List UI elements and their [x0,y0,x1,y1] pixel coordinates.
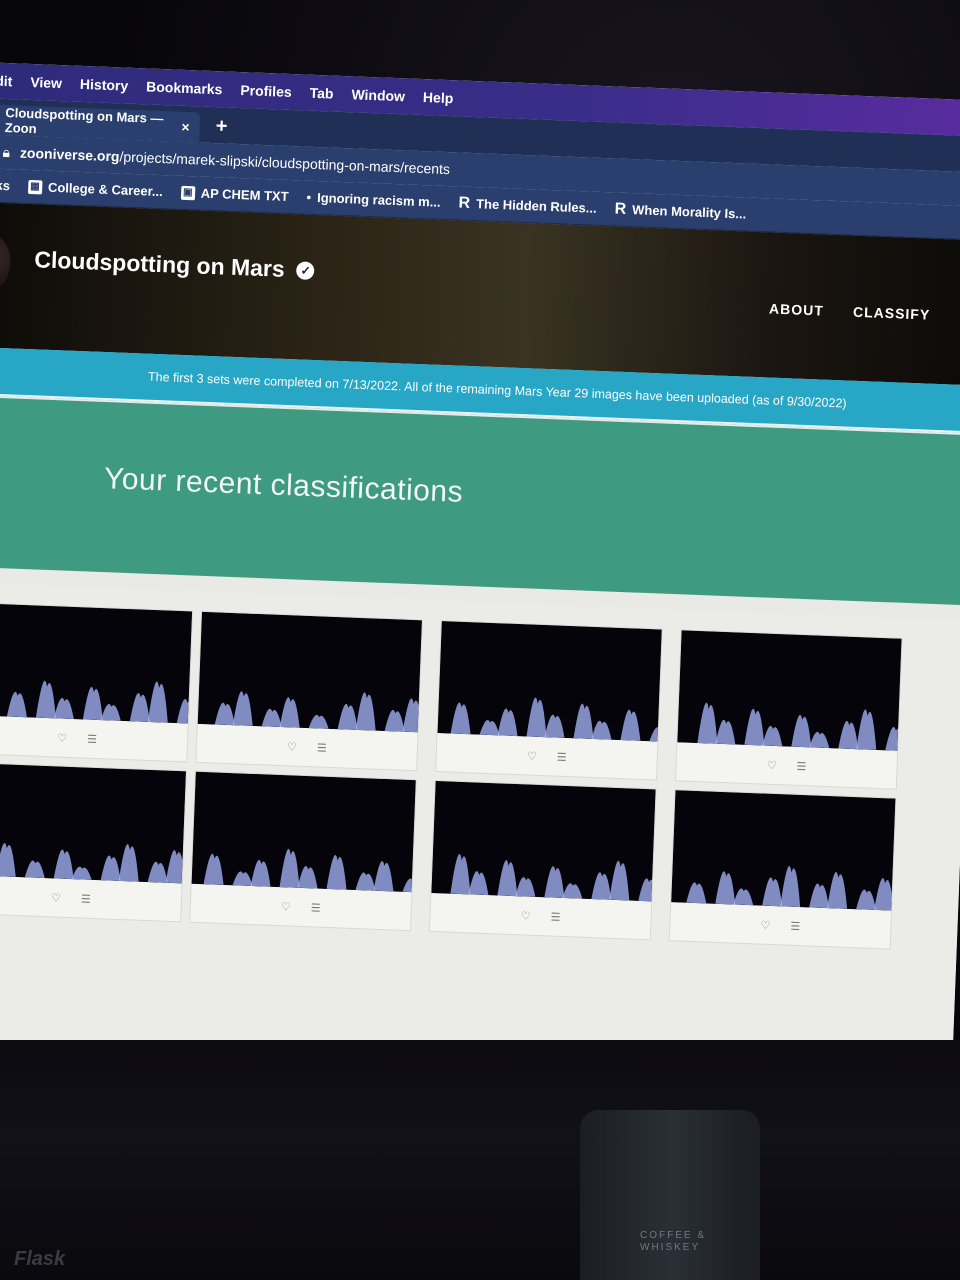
card-actions: ♡ ☰ [436,733,657,779]
bookmark-apchem[interactable]: ▣ AP CHEM TXT [180,185,289,204]
classification-card[interactable]: ♡ ☰ [195,610,423,772]
classification-grid: ♡ ☰ ♡ ☰ ♡ ☰ ♡ ☰ ♡ ☰ ♡ ☰ ♡ ☰ ♡ ☰ [0,581,960,1086]
card-actions: ♡ ☰ [0,875,182,921]
lock-icon: 🔒︎ [2,143,11,160]
collections-list-icon[interactable]: ☰ [557,750,567,763]
favorite-heart-icon[interactable]: ♡ [521,909,531,922]
menu-window[interactable]: Window [351,86,405,104]
classification-card[interactable]: ♡ ☰ [435,620,663,781]
bookmark-hidden-rules[interactable]: R The Hidden Rules... [458,194,597,217]
announcement-text: The first 3 sets were completed on 7/13/… [147,369,847,411]
card-actions: ♡ ☰ [196,724,417,770]
bookmark-dot-icon: • [306,189,312,205]
subject-image[interactable] [677,630,902,751]
recents-header: Your recent classifications [0,396,960,606]
subject-image[interactable] [437,621,662,742]
classification-card[interactable]: ♡ ☰ [674,629,903,790]
menu-view[interactable]: View [30,74,62,91]
menu-edit[interactable]: dit [0,73,13,90]
collections-list-icon[interactable]: ☰ [796,759,806,772]
collections-list-icon[interactable]: ☰ [87,732,97,745]
monitor-bezel [0,1040,960,1280]
classification-card[interactable]: ♡ ☰ [0,602,194,763]
project-logo[interactable]: tting [0,231,12,294]
subject-image[interactable] [197,611,422,733]
bookmark-doc-icon: ▣ [180,185,196,200]
bookmark-racism[interactable]: • Ignoring racism m... [306,190,441,210]
favorite-heart-icon[interactable]: ♡ [527,749,537,762]
card-actions: ♡ ☰ [670,902,891,948]
monitor-screen: dit View History Bookmarks Profiles Tab … [0,62,960,1086]
collections-list-icon[interactable]: ☰ [81,892,91,905]
card-actions: ♡ ☰ [430,893,651,939]
subject-image[interactable] [0,603,193,724]
card-actions: ♡ ☰ [0,715,188,761]
menu-profiles[interactable]: Profiles [240,82,292,100]
bookmark-morality[interactable]: R When Morality Is... [614,200,746,223]
new-tab-button[interactable]: + [215,115,228,138]
collections-list-icon[interactable]: ☰ [317,741,327,754]
classification-card[interactable]: ♡ ☰ [0,761,187,923]
url-host: zooniverse.org [19,144,120,165]
collections-list-icon[interactable]: ☰ [790,919,800,932]
favorite-heart-icon[interactable]: ♡ [760,918,770,931]
nav-about[interactable]: ABOUT [769,300,824,318]
favorite-heart-icon[interactable]: ♡ [287,740,297,753]
verified-check-icon: ✓ [296,260,316,280]
bookmark-college[interactable]: ▦ College & Career... [27,179,163,199]
mug: COFFEE & WHISKEY [580,1110,760,1280]
mug-label: COFFEE & WHISKEY [640,1230,707,1253]
classification-card[interactable]: ♡ ☰ [428,779,657,941]
url-path: /projects/marek-slipski/cloudspotting-on… [119,148,451,178]
bookmark-r-icon: R [458,193,471,212]
menu-help[interactable]: Help [423,89,454,106]
close-icon[interactable]: × [181,119,190,135]
nav-classify[interactable]: CLASSIFY [853,304,931,323]
classification-card[interactable]: ♡ ☰ [668,789,897,950]
favorite-heart-icon[interactable]: ♡ [766,758,776,771]
menu-tab[interactable]: Tab [309,85,333,102]
card-actions: ♡ ☰ [190,884,411,930]
favorite-heart-icon[interactable]: ♡ [51,891,61,904]
subject-image[interactable] [191,771,416,893]
subject-image[interactable] [0,762,186,884]
favorite-heart-icon[interactable]: ♡ [281,900,291,913]
bookmark-apps[interactable]: arks [0,177,10,193]
project-title[interactable]: Cloudspotting on Mars ✓ [34,246,316,284]
bookmark-grid-icon: ▦ [27,179,43,194]
card-actions: ♡ ☰ [676,742,897,788]
classification-card[interactable]: ♡ ☰ [189,770,417,932]
collections-list-icon[interactable]: ☰ [550,910,560,923]
menu-history[interactable]: History [80,76,129,94]
subject-image[interactable] [431,781,656,902]
favorite-heart-icon[interactable]: ♡ [57,731,67,744]
menu-bookmarks[interactable]: Bookmarks [146,78,223,97]
page-title: Your recent classifications [103,462,464,509]
bookmark-r-icon: R [614,199,627,218]
flask-label: Flask [14,1248,66,1270]
subject-image[interactable] [671,790,896,911]
collections-list-icon[interactable]: ☰ [311,901,321,914]
